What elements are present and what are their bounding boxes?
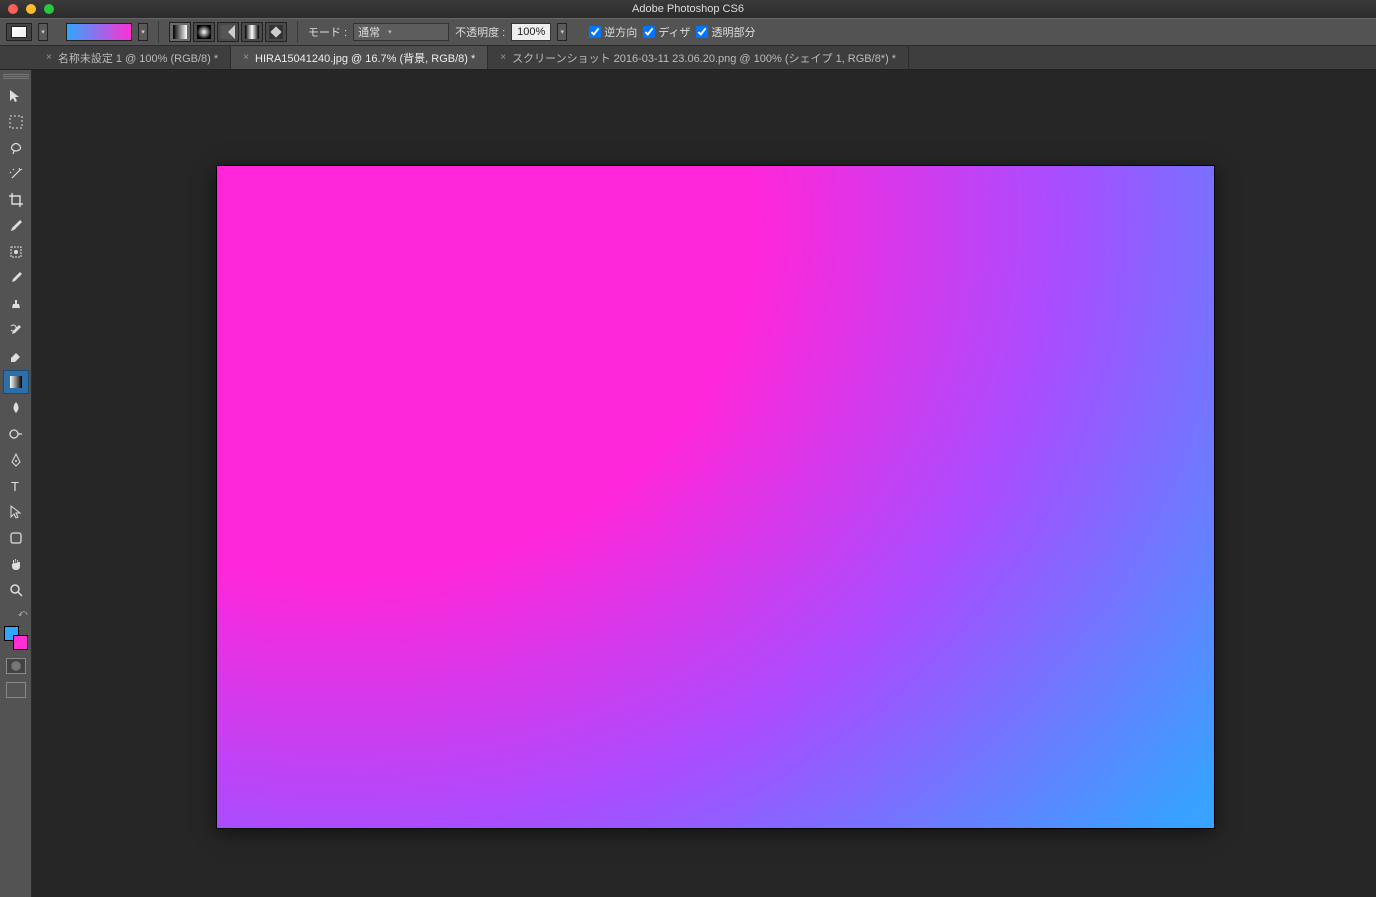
gradient-type-group: [169, 22, 287, 42]
magic-wand-tool[interactable]: [3, 162, 29, 186]
document-tab[interactable]: × HIRA15041240.jpg @ 16.7% (背景, RGB/8) *: [231, 46, 488, 69]
blend-mode-select[interactable]: 通常 ▾: [353, 23, 449, 41]
gradient-angle-button[interactable]: [217, 22, 239, 42]
traffic-lights: [8, 4, 54, 14]
quick-mask-button[interactable]: [6, 658, 26, 674]
tool-panel: T ⤺: [0, 70, 32, 897]
maximize-window-button[interactable]: [44, 4, 54, 14]
brush-tool[interactable]: [3, 266, 29, 290]
gradient-preview[interactable]: [66, 23, 132, 41]
tool-preset-dropdown[interactable]: ▾: [38, 23, 48, 41]
document-tab-strip: × 名称未設定 1 @ 100% (RGB/8) * × HIRA1504124…: [0, 46, 1376, 70]
separator: [158, 21, 159, 43]
panel-grip[interactable]: [3, 74, 29, 80]
eyedropper-tool[interactable]: [3, 214, 29, 238]
window-titlebar: Adobe Photoshop CS6: [0, 0, 1376, 18]
app-title: Adobe Photoshop CS6: [0, 3, 1376, 15]
history-brush-tool[interactable]: [3, 318, 29, 342]
document-tab[interactable]: × 名称未設定 1 @ 100% (RGB/8) *: [34, 46, 231, 69]
crop-tool[interactable]: [3, 188, 29, 212]
close-tab-icon[interactable]: ×: [243, 52, 249, 63]
clone-stamp-tool[interactable]: [3, 292, 29, 316]
gradient-reflected-button[interactable]: [241, 22, 263, 42]
color-swap-icon[interactable]: ⤺: [4, 608, 28, 618]
reverse-checkbox[interactable]: 逆方向: [589, 24, 637, 40]
background-color[interactable]: [13, 635, 28, 650]
hand-tool[interactable]: [3, 552, 29, 576]
blur-tool[interactable]: [3, 396, 29, 420]
close-tab-icon[interactable]: ×: [46, 52, 52, 63]
path-selection-tool[interactable]: [3, 500, 29, 524]
gradient-radial-button[interactable]: [193, 22, 215, 42]
gradient-diamond-button[interactable]: [265, 22, 287, 42]
document-tab-label: HIRA15041240.jpg @ 16.7% (背景, RGB/8) *: [255, 50, 475, 66]
dither-checkbox[interactable]: ディザ: [643, 24, 690, 40]
mode-label: モード :: [308, 24, 347, 40]
color-swatches[interactable]: [4, 626, 28, 650]
zoom-tool[interactable]: [3, 578, 29, 602]
opacity-dropdown[interactable]: ▾: [557, 23, 567, 41]
screen-mode-button[interactable]: [6, 682, 26, 698]
close-window-button[interactable]: [8, 4, 18, 14]
lasso-tool[interactable]: [3, 136, 29, 160]
tool-preset-picker[interactable]: [6, 23, 32, 41]
options-bar: ▾ ▾ モード : 通常 ▾ 不透明度 : 100% ▾ 逆方向 ディザ 透明部…: [0, 18, 1376, 46]
move-tool[interactable]: [3, 84, 29, 108]
pen-tool[interactable]: [3, 448, 29, 472]
gradient-linear-button[interactable]: [169, 22, 191, 42]
document-tab-label: スクリーンショット 2016-03-11 23.06.20.png @ 100%…: [512, 50, 896, 66]
opacity-label: 不透明度 :: [455, 24, 505, 40]
transparency-checkbox[interactable]: 透明部分: [696, 24, 755, 40]
gradient-tool[interactable]: [3, 370, 29, 394]
document-tab[interactable]: × スクリーンショット 2016-03-11 23.06.20.png @ 10…: [488, 46, 909, 69]
opacity-field[interactable]: 100%: [511, 23, 551, 41]
type-tool[interactable]: T: [3, 474, 29, 498]
svg-text:T: T: [11, 479, 19, 494]
marquee-tool[interactable]: [3, 110, 29, 134]
gradient-picker-dropdown[interactable]: ▾: [138, 23, 148, 41]
separator: [297, 21, 298, 43]
shape-tool[interactable]: [3, 526, 29, 550]
chevron-down-icon: ▾: [388, 28, 392, 36]
minimize-window-button[interactable]: [26, 4, 36, 14]
document-canvas[interactable]: [217, 166, 1214, 828]
document-tab-label: 名称未設定 1 @ 100% (RGB/8) *: [58, 50, 218, 66]
canvas-area[interactable]: [32, 70, 1376, 897]
close-tab-icon[interactable]: ×: [500, 52, 506, 63]
blend-mode-value: 通常: [358, 24, 380, 40]
dodge-tool[interactable]: [3, 422, 29, 446]
spot-heal-tool[interactable]: [3, 240, 29, 264]
workspace: T ⤺: [0, 70, 1376, 897]
eraser-tool[interactable]: [3, 344, 29, 368]
